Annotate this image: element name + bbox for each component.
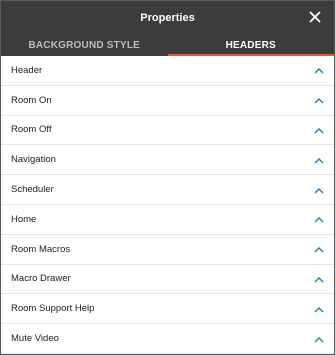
chevron-up-icon[interactable] (314, 245, 324, 253)
section-label: Macro Drawer (11, 273, 71, 285)
close-icon (309, 11, 321, 23)
section-room-support-help[interactable]: Room Support Help (1, 294, 334, 325)
section-label: Room Support Help (11, 303, 95, 315)
section-macro-drawer[interactable]: Macro Drawer (1, 265, 334, 295)
chevron-up-icon[interactable] (314, 335, 324, 343)
section-mute-video[interactable]: Mute Video (1, 324, 334, 354)
chevron-up-icon[interactable] (314, 126, 324, 134)
section-label: Navigation (11, 154, 56, 166)
section-room-on[interactable]: Room On (1, 86, 334, 116)
panel-title: Properties (140, 11, 195, 24)
section-label: Room Off (11, 124, 52, 136)
section-label: Room On (11, 94, 52, 106)
section-navigation[interactable]: Navigation (1, 145, 334, 176)
chevron-up-icon[interactable] (314, 156, 324, 164)
chevron-up-icon[interactable] (314, 305, 324, 313)
section-label: Scheduler (11, 184, 54, 196)
section-scheduler[interactable]: Scheduler (1, 175, 334, 205)
section-list: Header Room On Room Off Navigation Sched… (1, 56, 334, 354)
tab-label: BACKGROUND STYLE (28, 39, 141, 51)
chevron-up-icon[interactable] (314, 275, 324, 283)
tab-background-style[interactable]: BACKGROUND STYLE (1, 34, 168, 56)
section-home[interactable]: Home (1, 205, 334, 235)
section-room-off[interactable]: Room Off (1, 116, 334, 146)
properties-panel: Properties BACKGROUND STYLE HEADERS Head… (0, 0, 335, 355)
section-room-macros[interactable]: Room Macros (1, 235, 334, 265)
chevron-up-icon[interactable] (314, 66, 324, 74)
close-button[interactable] (304, 5, 326, 29)
chevron-up-icon[interactable] (314, 186, 324, 194)
panel-header: Properties (1, 1, 334, 34)
section-header[interactable]: Header (1, 56, 334, 86)
section-label: Header (11, 64, 43, 76)
section-label: Room Macros (11, 243, 71, 255)
chevron-up-icon[interactable] (314, 96, 324, 104)
tab-headers[interactable]: HEADERS (167, 34, 335, 56)
tab-bar: BACKGROUND STYLE HEADERS (1, 34, 334, 56)
chevron-up-icon[interactable] (314, 215, 324, 223)
tab-label: HEADERS (225, 39, 276, 51)
section-label: Mute Video (11, 333, 59, 345)
section-label: Home (11, 213, 37, 225)
